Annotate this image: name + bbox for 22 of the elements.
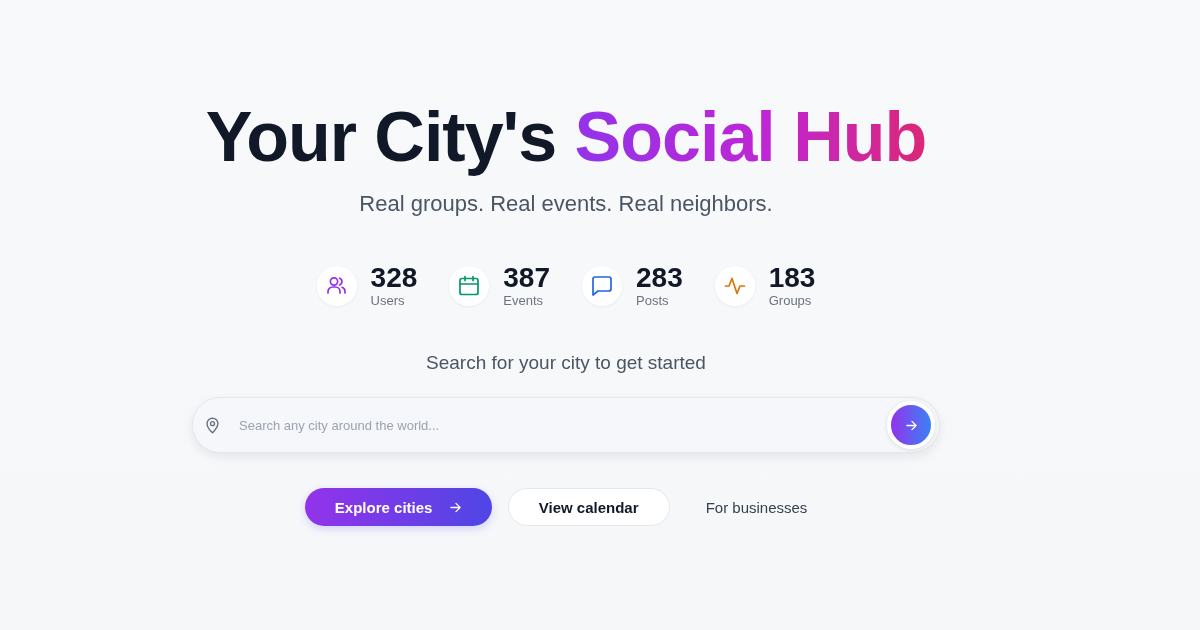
stat-label: Events (503, 293, 545, 309)
stat-number: 387 (503, 263, 550, 293)
page-title: Your City's Social Hub (205, 97, 927, 177)
map-pin-icon (205, 417, 220, 434)
stat-label: Groups (768, 293, 813, 309)
stat-number: 183 (768, 263, 816, 293)
search-field[interactable]: Search any city around the world... (192, 397, 940, 453)
explore-button[interactable]: Explore cities (304, 488, 492, 526)
text-link[interactable]: For businesses (685, 488, 828, 526)
pulse-line-icon (714, 266, 755, 306)
calendar-button[interactable]: View calendar (507, 488, 670, 526)
speech-bubble-icon (582, 266, 622, 306)
stat-label: Users (370, 293, 406, 309)
tagline: Real groups. Real events. Real neighbors. (359, 190, 773, 218)
stat-number: 328 (370, 263, 418, 293)
stat-label: Posts (636, 293, 670, 309)
people-icon (316, 266, 357, 306)
calendar-icon (449, 266, 490, 306)
search-prompt: Search for your city to get started (426, 351, 706, 375)
stat-number: 283 (636, 263, 683, 293)
arrow-right-icon (450, 501, 462, 513)
arrow-right-icon (905, 419, 917, 431)
